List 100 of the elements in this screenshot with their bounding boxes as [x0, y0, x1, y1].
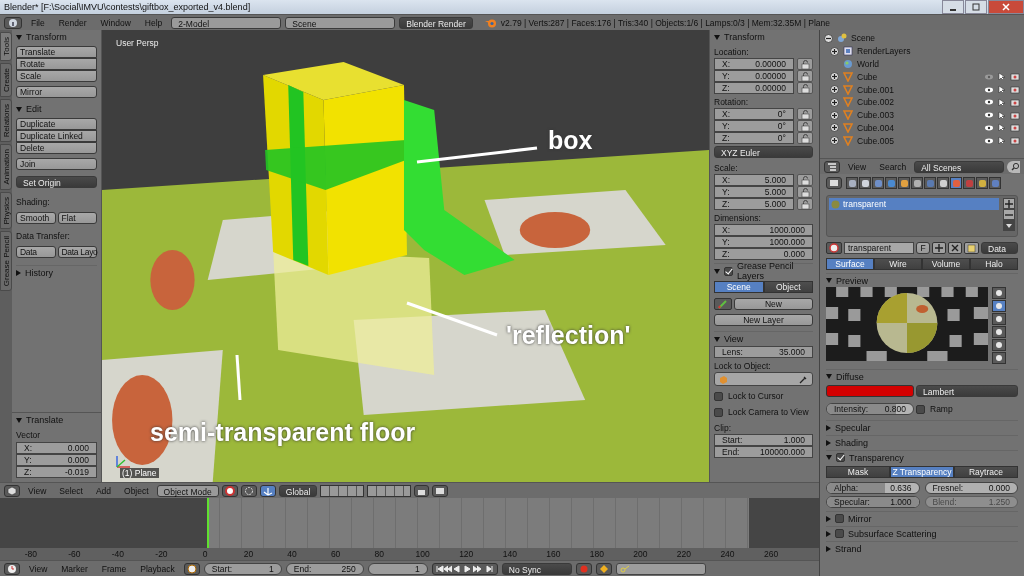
sync-dropdown[interactable]: No Sync [501, 562, 572, 575]
number-field[interactable]: X: 0.00000 [714, 58, 794, 70]
checkbox[interactable] [714, 407, 723, 417]
expand-toggle-icon[interactable] [830, 46, 839, 56]
fake-user-button[interactable]: F [916, 242, 930, 254]
number-field[interactable]: Y: 0.00000 [714, 70, 794, 82]
menu-item[interactable]: Render [53, 17, 92, 28]
menu-item[interactable]: View [842, 161, 872, 172]
number-field[interactable]: Y: 0.000 [16, 454, 97, 466]
preview-shape-icon[interactable] [992, 352, 1006, 364]
outliner-item[interactable]: Scene [851, 33, 876, 44]
checkbox[interactable] [836, 453, 845, 462]
eye-icon[interactable] [984, 111, 994, 120]
search-field[interactable] [1007, 160, 1020, 173]
camera-icon[interactable] [1010, 97, 1020, 107]
expand-toggle-icon[interactable] [830, 123, 839, 133]
preview-shape-icon[interactable] [992, 287, 1006, 299]
number-field[interactable]: X: 0.000 [16, 442, 97, 454]
number-field[interactable]: Start: 1.000 [714, 434, 813, 446]
checkbox[interactable] [835, 514, 844, 523]
tool-shelf-tab[interactable]: Tools [0, 32, 12, 61]
grease-pencil-source-tab[interactable]: Scene [714, 281, 764, 293]
manipulator-icon[interactable] [259, 484, 276, 497]
expand-toggle-icon[interactable] [830, 97, 839, 107]
number-field[interactable]: X: 5.000 [714, 174, 794, 186]
number-field[interactable]: Fresnel: 0.000 [924, 482, 1018, 494]
menu-item[interactable]: Search [874, 161, 912, 172]
eye-icon[interactable] [984, 123, 994, 132]
outliner-item[interactable]: Cube.004 [857, 122, 894, 133]
context-tab-icon[interactable] [976, 177, 988, 189]
eye-icon[interactable] [984, 85, 994, 94]
keying-set-field[interactable] [615, 562, 706, 575]
material-type-tab[interactable]: Surface [826, 258, 874, 270]
disclosure-triangle-icon[interactable] [826, 545, 831, 552]
camera-icon[interactable] [1010, 85, 1020, 95]
tool-shelf-tab[interactable]: Physics [0, 191, 12, 230]
tool-button[interactable]: Translate [16, 46, 97, 58]
object-field[interactable] [714, 372, 813, 386]
material-type-tab[interactable]: Halo [970, 258, 1018, 270]
preview-range-icon[interactable] [183, 562, 200, 575]
close-button[interactable] [988, 0, 1024, 14]
context-tab-icon[interactable] [911, 177, 923, 189]
checkbox[interactable] [714, 391, 723, 401]
material-type-tab[interactable]: Wire [874, 258, 922, 270]
camera-icon[interactable] [1010, 123, 1020, 133]
context-tab-icon[interactable] [872, 177, 884, 189]
new-layer-button[interactable]: New Layer [714, 314, 813, 326]
disclosure-triangle-icon[interactable] [16, 417, 22, 423]
number-field[interactable]: Z: -0.019 [16, 466, 97, 478]
menu-item[interactable]: Select [54, 485, 88, 496]
number-field[interactable]: X: 1000.000 [714, 224, 813, 236]
menu-item[interactable]: Frame [96, 563, 132, 574]
number-field[interactable]: Specular: 1.000 [826, 496, 920, 508]
tool-button[interactable]: Rotate [16, 58, 97, 70]
menu-item[interactable]: Window [95, 17, 136, 28]
record-icon[interactable] [575, 562, 592, 575]
tool-button[interactable]: Duplicate [16, 118, 97, 130]
expand-toggle-icon[interactable] [824, 33, 833, 43]
tool-button[interactable]: Duplicate Linked [16, 130, 97, 142]
end-frame-field[interactable]: End: 250 [285, 562, 364, 575]
clock-icon[interactable] [4, 562, 20, 575]
tool-button[interactable]: Join [16, 158, 97, 170]
transparency-method-tab[interactable]: Raytrace [954, 466, 1018, 478]
number-field[interactable]: Lens: 35.000 [714, 346, 813, 358]
set-origin-dropdown[interactable]: Set Origin [16, 176, 97, 188]
number-field[interactable]: Y: 5.000 [714, 186, 794, 198]
disclosure-triangle-icon[interactable] [826, 374, 832, 379]
outliner-item[interactable]: World [857, 59, 880, 69]
preview-shape-icon[interactable] [992, 339, 1006, 351]
expand-toggle-icon[interactable] [830, 72, 839, 82]
shading-icon[interactable] [221, 484, 238, 497]
menu-item[interactable]: Object [119, 485, 154, 496]
outliner-item[interactable]: Cube.001 [857, 84, 894, 95]
material-name-field[interactable]: transparent [844, 242, 914, 254]
outliner-item[interactable]: RenderLayers [857, 46, 911, 57]
context-tab-icon[interactable] [937, 177, 949, 189]
orientation-dropdown[interactable]: Global [278, 484, 318, 497]
material-type-tab[interactable]: Volume [922, 258, 970, 270]
eye-icon[interactable] [984, 98, 994, 107]
remove-icon[interactable] [1003, 209, 1015, 220]
disclosure-triangle-icon[interactable] [16, 34, 22, 40]
tool-shelf-tab[interactable]: Relations [0, 98, 12, 143]
pencil-icon[interactable] [714, 298, 732, 310]
data-transfer-button[interactable]: Data [16, 246, 56, 258]
number-field[interactable]: X: 0° [714, 108, 794, 120]
menu-item[interactable]: Playback [135, 563, 180, 574]
minimize-button[interactable] [942, 0, 964, 14]
context-tab-icon[interactable] [885, 177, 897, 189]
playback-controls-icon[interactable] [431, 562, 498, 575]
diffuse-color-field[interactable] [826, 385, 914, 397]
close-icon[interactable] [948, 242, 962, 254]
material-slot[interactable]: transparent [829, 198, 999, 210]
number-field[interactable]: Y: 0° [714, 120, 794, 132]
disclosure-triangle-icon[interactable] [826, 424, 831, 431]
menu-item[interactable]: View [23, 485, 52, 496]
camera-icon[interactable] [1010, 110, 1020, 120]
tool-button[interactable]: Delete [16, 142, 97, 154]
new-button[interactable]: New [734, 298, 813, 310]
cube-icon[interactable] [4, 484, 20, 497]
number-field[interactable]: Z: 0.000 [714, 248, 813, 260]
